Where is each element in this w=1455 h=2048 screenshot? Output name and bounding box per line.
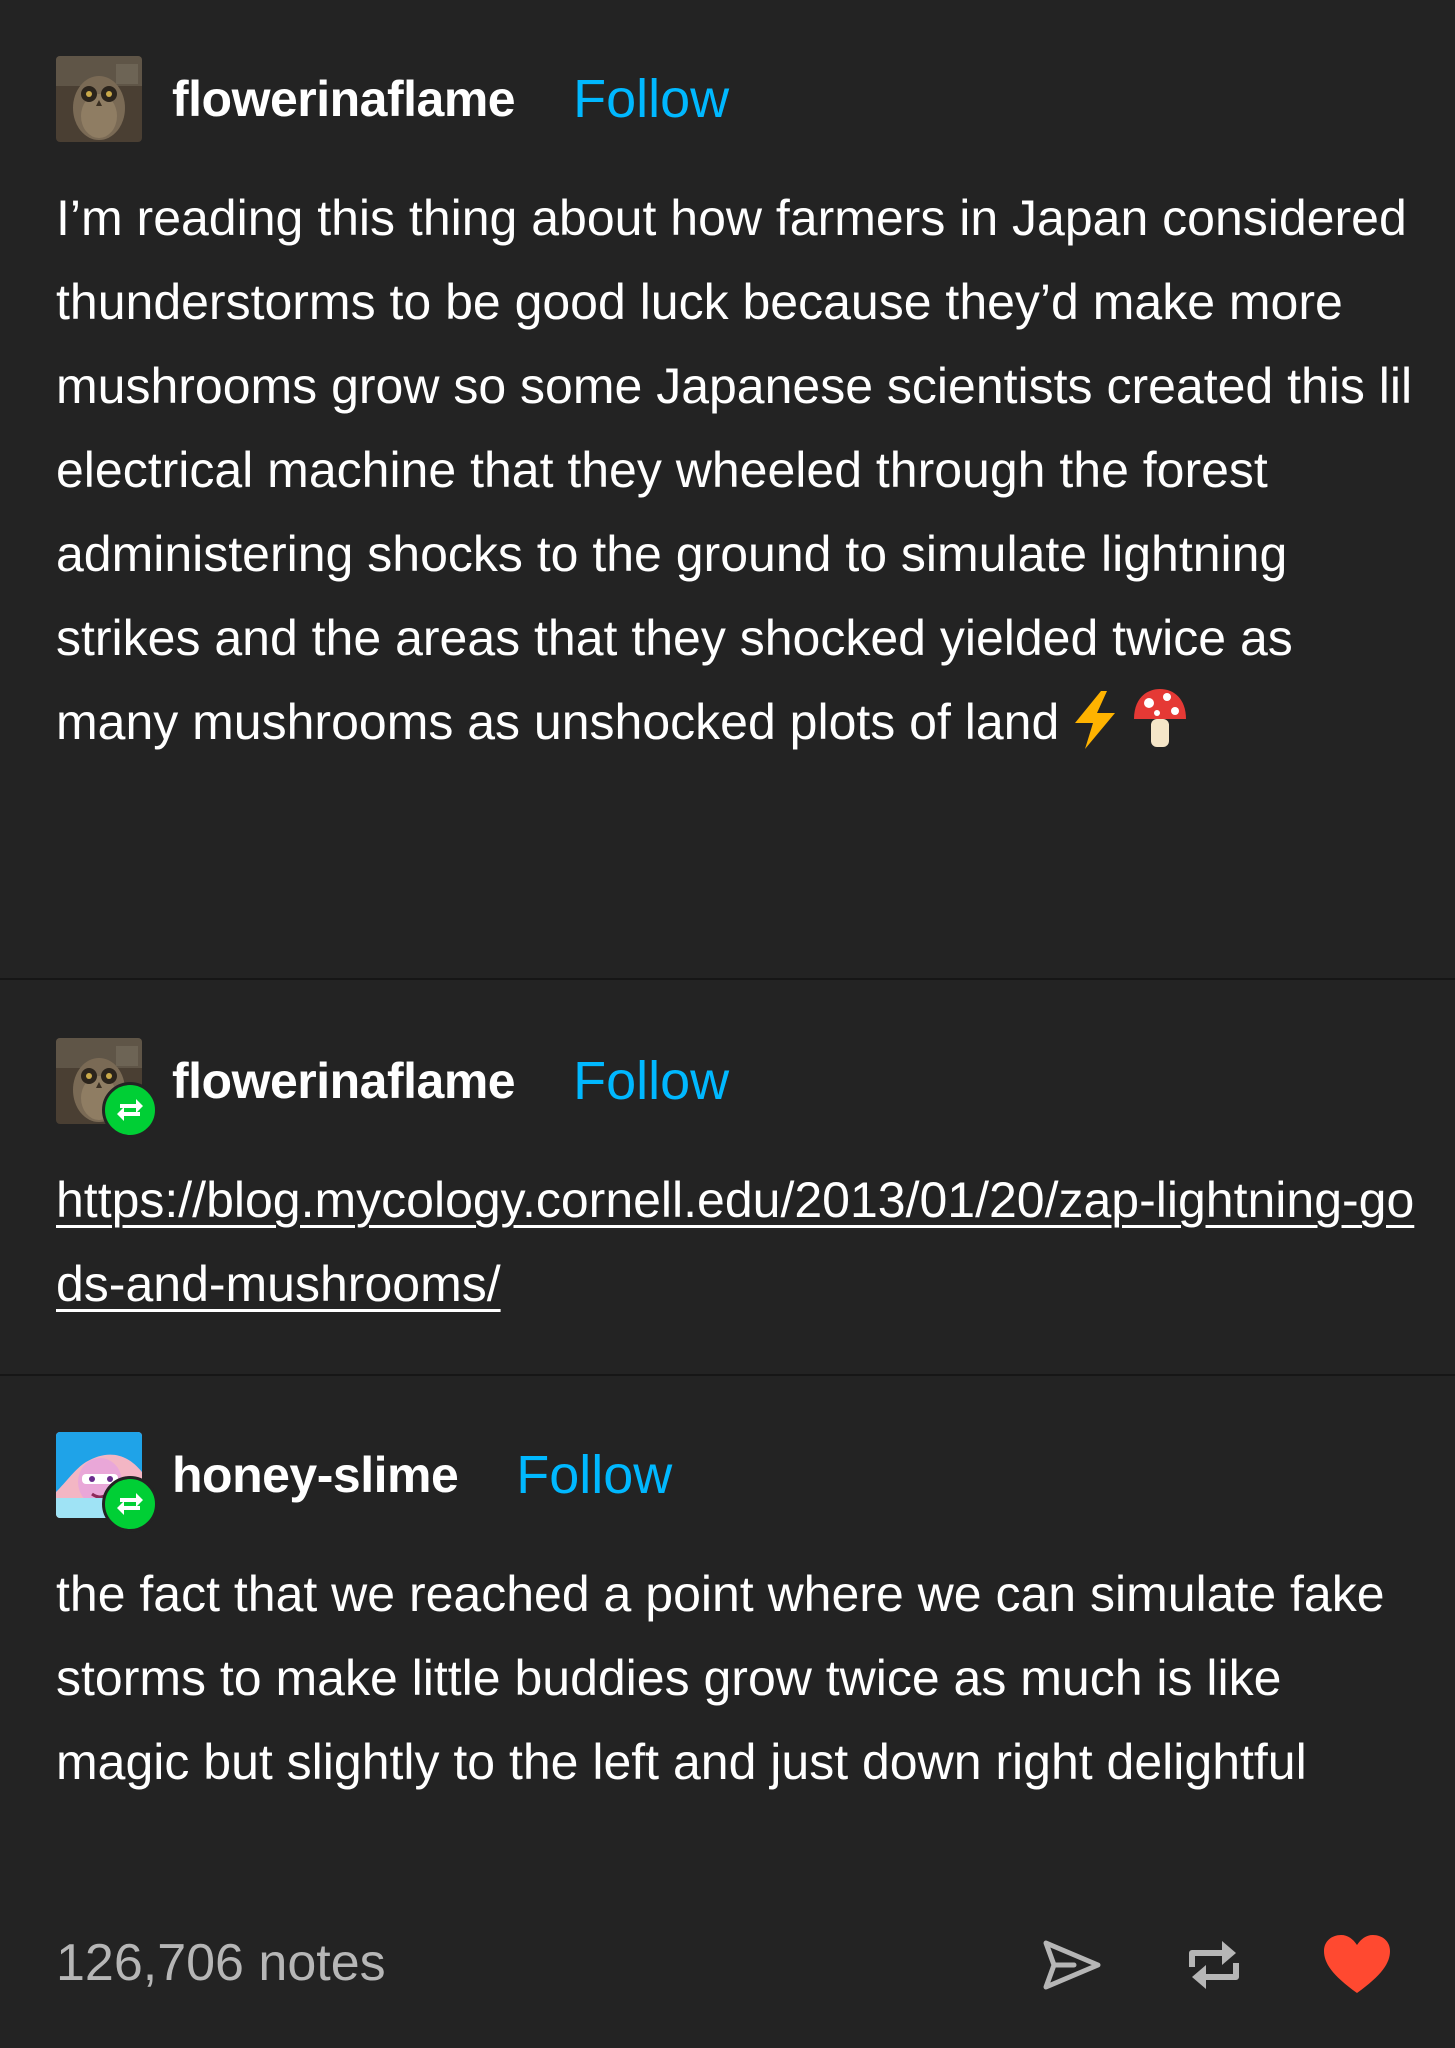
owl-avatar-icon	[56, 56, 142, 142]
post-body: I’m reading this thing about how farmers…	[56, 176, 1416, 774]
divider	[0, 1374, 1455, 1376]
post-header: flowerinaflame Follow	[56, 56, 729, 142]
reblog-badge-icon	[102, 1082, 158, 1138]
divider	[0, 978, 1455, 980]
reblog-header: honey-slime Follow	[56, 1432, 672, 1532]
like-icon[interactable]	[1322, 1933, 1392, 1997]
reblog-icon[interactable]	[1182, 1933, 1246, 1997]
post-footer: 126,706 notes	[0, 1905, 1455, 2025]
username[interactable]: flowerinaflame	[172, 1052, 516, 1110]
follow-button[interactable]: Follow	[573, 1050, 729, 1112]
username[interactable]: flowerinaflame	[172, 70, 516, 128]
share-icon[interactable]	[1040, 1933, 1104, 1997]
avatar-flowerinaflame[interactable]	[56, 1038, 158, 1138]
article-link[interactable]: https://blog.mycology.cornell.edu/2013/0…	[56, 1158, 1416, 1326]
follow-button[interactable]: Follow	[573, 68, 729, 130]
post-card: flowerinaflame Follow I’m reading this t…	[0, 0, 1455, 2048]
avatar-flowerinaflame[interactable]	[56, 56, 142, 142]
reblog-header: flowerinaflame Follow	[56, 1038, 729, 1138]
reblog-comment: the fact that we reached a point where w…	[56, 1566, 1385, 1790]
username[interactable]: honey-slime	[172, 1446, 459, 1504]
follow-button[interactable]: Follow	[516, 1444, 672, 1506]
mushroom-icon	[1131, 687, 1189, 774]
notes-count[interactable]: 126,706 notes	[56, 1933, 386, 1993]
avatar-honey-slime[interactable]	[56, 1432, 158, 1532]
reblog-badge-icon	[102, 1476, 158, 1532]
post-text: I’m reading this thing about how farmers…	[56, 190, 1413, 750]
lightning-bolt-icon	[1071, 690, 1119, 774]
